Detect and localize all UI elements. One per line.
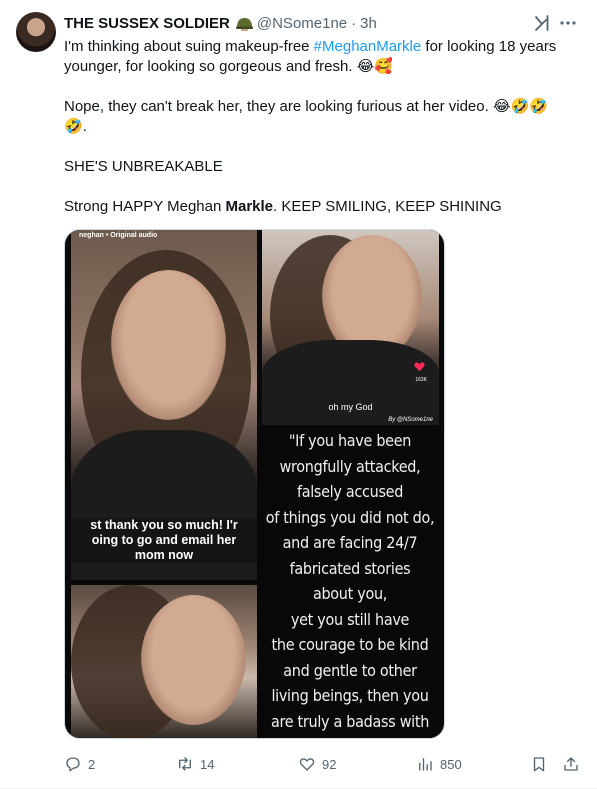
bookmark-icon (533, 757, 545, 772)
quote-line: of things you did not do, (265, 507, 435, 527)
tweet-header: THE SUSSEX SOLDIER @NSome1ne · 3h (64, 13, 581, 33)
quote-line: living beings, then you (271, 686, 429, 705)
reply-icon (66, 757, 80, 772)
audio-label: neghan • Original audio (79, 232, 158, 239)
video-still-bottom-left (71, 585, 257, 738)
more-options-icon[interactable] (559, 20, 577, 26)
quote-line: and gentle to other (283, 660, 417, 680)
separator-dot: · (351, 14, 357, 32)
video-still-top-right: 163K oh my God By @NSome1ne (262, 230, 439, 425)
emoji-group: 😂🥰 (356, 58, 393, 75)
tweet-media-image[interactable]: neghan • Original audio st thank you so … (64, 229, 445, 739)
quote-line: and are facing 24/7 (282, 533, 418, 552)
caption-line: st thank you so much! I'r (90, 518, 238, 532)
quote-line: wrongfully attacked, (279, 456, 421, 476)
quote-line: "If you have been (288, 431, 412, 450)
emoji-group: 😂🤣🤣 (492, 98, 548, 115)
tweet-text-segment: Strong HAPPY Meghan (64, 198, 226, 215)
tweet-time[interactable]: 3h (360, 15, 377, 32)
analytics-icon (419, 758, 432, 771)
tweet: THE SUSSEX SOLDIER @NSome1ne · 3h I'm th… (0, 0, 597, 789)
quote-line: falsely accused (296, 482, 404, 501)
view-count: 850 (440, 756, 462, 772)
emoji-group: 🤣 (64, 118, 83, 135)
views-button[interactable]: 850 (416, 751, 462, 777)
tweet-text-bold: Markle (225, 198, 274, 215)
like-count-small: 163K (415, 377, 427, 383)
tweet-paragraph-2: Nope, they can't break her, they are loo… (64, 97, 584, 137)
military-helmet-icon (235, 18, 253, 31)
avatar[interactable] (16, 12, 56, 52)
heart-icon (414, 362, 425, 372)
tweet-text: I'm thinking about suing makeup-free #Me… (64, 37, 584, 217)
tweet-text-segment: . KEEP SMILING, KEEP SHINING (273, 198, 502, 215)
like-heart-icon (299, 758, 315, 771)
grok-icon[interactable] (533, 14, 551, 32)
watermark-credit: By @NSome1ne (388, 417, 433, 423)
reply-count: 2 (88, 756, 96, 772)
like-count: 92 (322, 756, 337, 772)
video-still-left: neghan • Original audio st thank you so … (71, 230, 257, 580)
tweet-paragraph-3: SHE'S UNBREAKABLE (64, 158, 223, 175)
like-button[interactable]: 92 (298, 751, 336, 777)
video-caption-right: oh my God (328, 402, 373, 412)
tweet-paragraph-1: I'm thinking about suing makeup-free #Me… (64, 37, 584, 77)
shirt-shape (262, 340, 439, 425)
hashtag-link[interactable]: #MeghanMarkle (314, 38, 422, 55)
caption-line: oing to go and email her (91, 533, 237, 547)
repost-button[interactable]: 14 (176, 751, 214, 777)
tweet-text-segment: Nope, they can't break her, they are loo… (64, 98, 493, 115)
share-button[interactable] (562, 751, 580, 777)
tweet-text-segment: I'm thinking about suing makeup-free (64, 38, 314, 55)
repost-icon (179, 757, 191, 771)
repost-count: 14 (200, 756, 215, 772)
author-handle[interactable]: @NSome1ne (257, 15, 347, 32)
share-icon (564, 757, 578, 771)
face-shape (141, 595, 246, 725)
author-name[interactable]: THE SUSSEX SOLDIER (64, 15, 230, 32)
action-bar: 2 14 92 850 (64, 751, 584, 777)
quote-text-block: "If you have been wrongfully attacked, f… (257, 426, 443, 738)
tweet-paragraph-4: Strong HAPPY Meghan Markle. KEEP SMILING… (64, 197, 584, 217)
bookmark-button[interactable] (530, 751, 548, 777)
quote-line: fabricated stories (289, 558, 411, 578)
caption-line: mom now (134, 548, 194, 562)
face-shape (111, 270, 226, 420)
video-caption: st thank you so much! I'r oing to go and… (71, 518, 257, 563)
quote-line: the courage to be kind (271, 635, 429, 654)
quote-line: are truly a badass with (270, 711, 430, 731)
reply-button[interactable]: 2 (64, 751, 95, 777)
tweet-text-segment: . (82, 118, 87, 135)
quote-line: yet you still have (290, 609, 410, 629)
quote-line: about you, (312, 584, 388, 603)
